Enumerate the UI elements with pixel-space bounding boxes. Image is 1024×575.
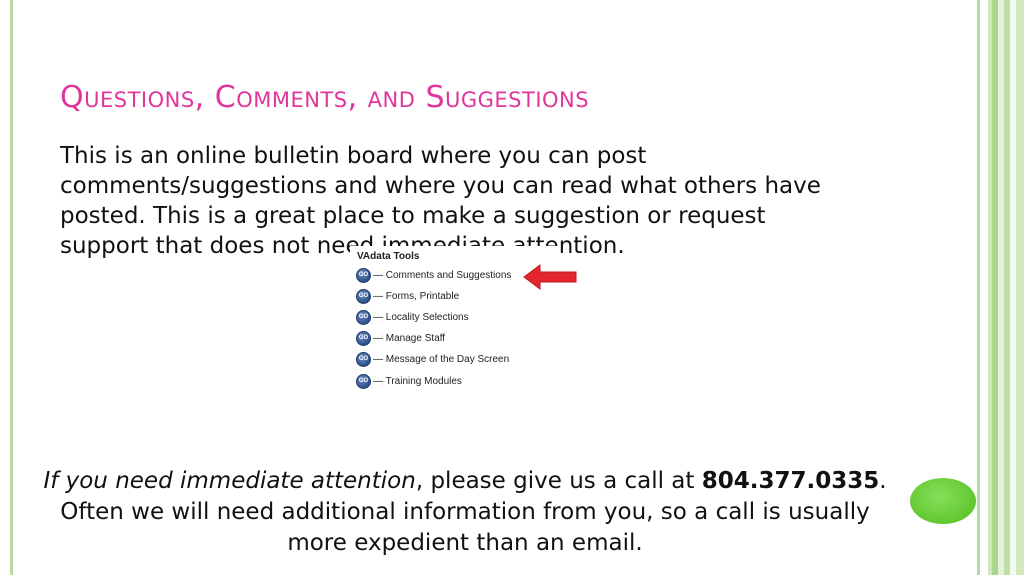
contact-line-2: Often we will need additional informatio…: [60, 499, 870, 556]
go-button-icon[interactable]: GO: [356, 373, 371, 389]
tool-item-label: — Forms, Printable: [373, 290, 460, 302]
slide-frame-left: [0, 0, 13, 575]
tool-item-label: — Training Modules: [373, 375, 462, 387]
contact-note: If you need immediate attention, please …: [40, 466, 890, 559]
slide-body-text: This is an online bulletin board where y…: [60, 143, 821, 259]
go-button-icon[interactable]: GO: [356, 309, 371, 325]
contact-middle: , please give us a call at: [415, 468, 702, 494]
contact-end: .: [879, 468, 887, 494]
slide-frame-right-line: [977, 0, 980, 575]
tool-item-message-of-the-day[interactable]: GO — Message of the Day Screen: [356, 351, 509, 367]
tool-item-label: — Comments and Suggestions: [373, 269, 512, 281]
tool-item-label: — Locality Selections: [373, 311, 469, 323]
slide-title: Questions, Comments, and Suggestions: [60, 80, 590, 115]
slide-frame-right-band: [984, 0, 1024, 575]
tool-item-comments-suggestions[interactable]: GO — Comments and Suggestions: [356, 267, 511, 283]
tool-item-manage-staff[interactable]: GO — Manage Staff: [356, 330, 445, 346]
tools-panel-title: VAdata Tools: [357, 251, 420, 262]
red-arrow-icon: [523, 264, 577, 290]
tool-item-forms-printable[interactable]: GO — Forms, Printable: [356, 288, 459, 304]
go-button-icon[interactable]: GO: [356, 288, 371, 304]
contact-emphasis: If you need immediate attention: [43, 468, 416, 494]
phone-number: 804.377.0335: [701, 468, 880, 494]
go-button-icon[interactable]: GO: [356, 267, 371, 283]
tool-item-label: — Manage Staff: [373, 332, 446, 344]
tool-item-label: — Message of the Day Screen: [373, 353, 510, 365]
green-circle-decoration: [910, 478, 976, 524]
tool-item-locality-selections[interactable]: GO — Locality Selections: [356, 309, 469, 325]
tool-item-training-modules[interactable]: GO — Training Modules: [356, 373, 462, 389]
go-button-icon[interactable]: GO: [356, 330, 371, 346]
go-button-icon[interactable]: GO: [356, 351, 371, 367]
